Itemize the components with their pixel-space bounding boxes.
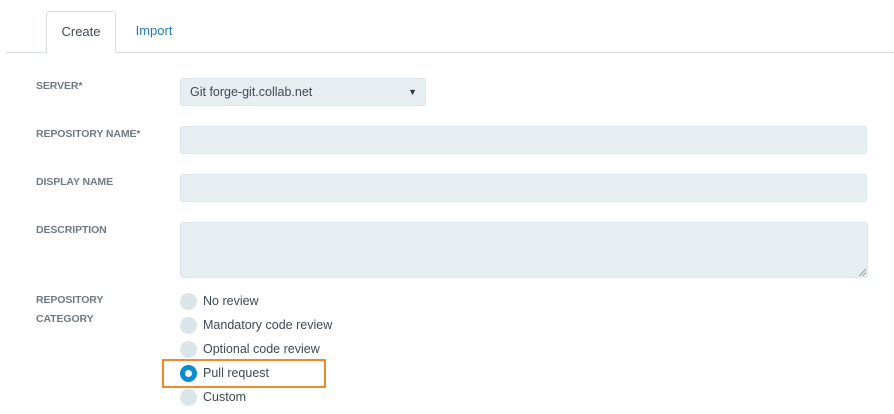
repository-category-label-line1: REPOSITORY	[36, 294, 104, 306]
repository-category-label-line2: CATEGORY	[36, 313, 94, 325]
display-name-label: DISPLAY NAME	[36, 176, 113, 188]
server-select[interactable]: Git forge-git.collab.net ▼	[180, 78, 426, 106]
description-textarea[interactable]	[180, 222, 868, 278]
radio-button-icon[interactable]	[180, 388, 197, 406]
radio-button-icon[interactable]	[180, 316, 197, 334]
repository-name-label: REPOSITORY NAME*	[36, 128, 141, 140]
resize-grip-icon[interactable]	[858, 268, 866, 276]
server-label: SERVER*	[36, 80, 83, 92]
radio-label: Optional code review	[203, 342, 320, 356]
tab-create[interactable]: Create	[46, 11, 116, 53]
radio-mandatory-code-review[interactable]: Mandatory code review	[180, 315, 332, 335]
repository-name-input[interactable]	[180, 126, 867, 154]
tab-bar: Create Import	[6, 0, 894, 53]
radio-button-icon[interactable]	[180, 340, 197, 358]
radio-no-review[interactable]: No review	[180, 291, 259, 311]
display-name-input[interactable]	[180, 174, 867, 202]
server-select-value: Git forge-git.collab.net	[190, 85, 313, 99]
create-repository-form: Create Import SERVER* Git forge-git.coll…	[0, 0, 894, 414]
repository-category-label: REPOSITORY CATEGORY	[36, 291, 103, 329]
radio-optional-code-review[interactable]: Optional code review	[180, 339, 320, 359]
radio-label: Mandatory code review	[203, 318, 333, 332]
chevron-down-icon: ▼	[408, 87, 417, 97]
radio-label: Custom	[203, 390, 247, 404]
description-label: DESCRIPTION	[36, 224, 107, 236]
tab-import[interactable]: Import	[124, 11, 184, 52]
radio-button-icon[interactable]	[180, 292, 197, 310]
highlight-annotation-box	[162, 359, 326, 388]
radio-label: No review	[203, 294, 259, 308]
radio-custom[interactable]: Custom	[180, 387, 246, 407]
